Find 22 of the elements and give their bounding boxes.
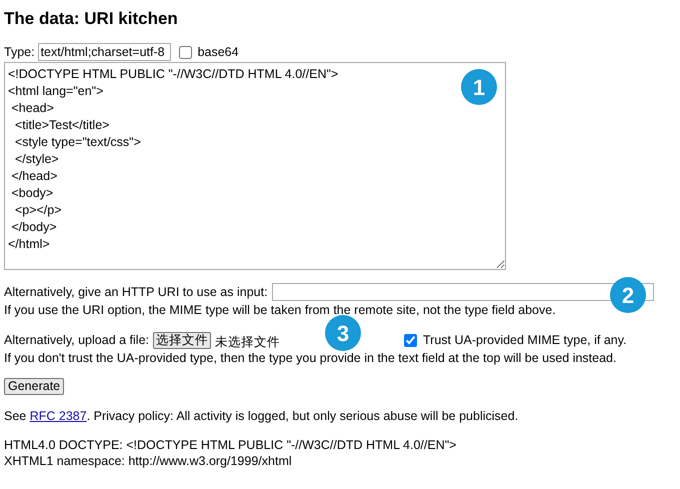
number-badge: 2 (610, 277, 646, 313)
privacy-note: See RFC 2387. Privacy policy: All activity is logged, but only serious abuse will be publicised. (4, 408, 520, 424)
trust-checkbox[interactable] (404, 334, 417, 346)
choose-file-button[interactable]: 选择文件 (153, 332, 211, 348)
file-status: 未选择文件 (215, 334, 280, 351)
uri-note: If you use the URI option, the MIME type will be taken from the remote site, not the type field above. (4, 302, 557, 318)
generate-button[interactable]: Generate (4, 378, 64, 395)
base64-checkbox[interactable] (178, 46, 192, 58)
upload-label: Alternatively, upload a file: (4, 332, 149, 349)
upload-note: If you don't trust the UA-provided type, then the type you provide in the text field at the top will be used instead. (4, 350, 618, 366)
number-badge: 1 (461, 69, 497, 105)
number-badge: 3 (325, 315, 361, 351)
uri-field[interactable] (272, 283, 654, 301)
uri-label: Alternatively, give an HTTP URI to use as input: (4, 284, 268, 301)
info-line: XHTML1 namespace: http://www.w3.org/1999/xhtml (4, 452, 293, 469)
rfc-link[interactable]: RFC 2387 (30, 408, 87, 423)
trust-label: Trust UA-provided MIME type, if any. (423, 332, 627, 349)
type-label: Type: (4, 44, 35, 61)
page-heading: The data: URI kitchen (4, 8, 179, 30)
base64-label: base64 (198, 44, 239, 61)
type-field[interactable]: text/html;charset=utf-8 (38, 43, 171, 61)
info-line: HTML4.0 DOCTYPE: <!DOCTYPE HTML PUBLIC "-//W3C//DTD HTML 4.0//EN"> (4, 436, 458, 453)
